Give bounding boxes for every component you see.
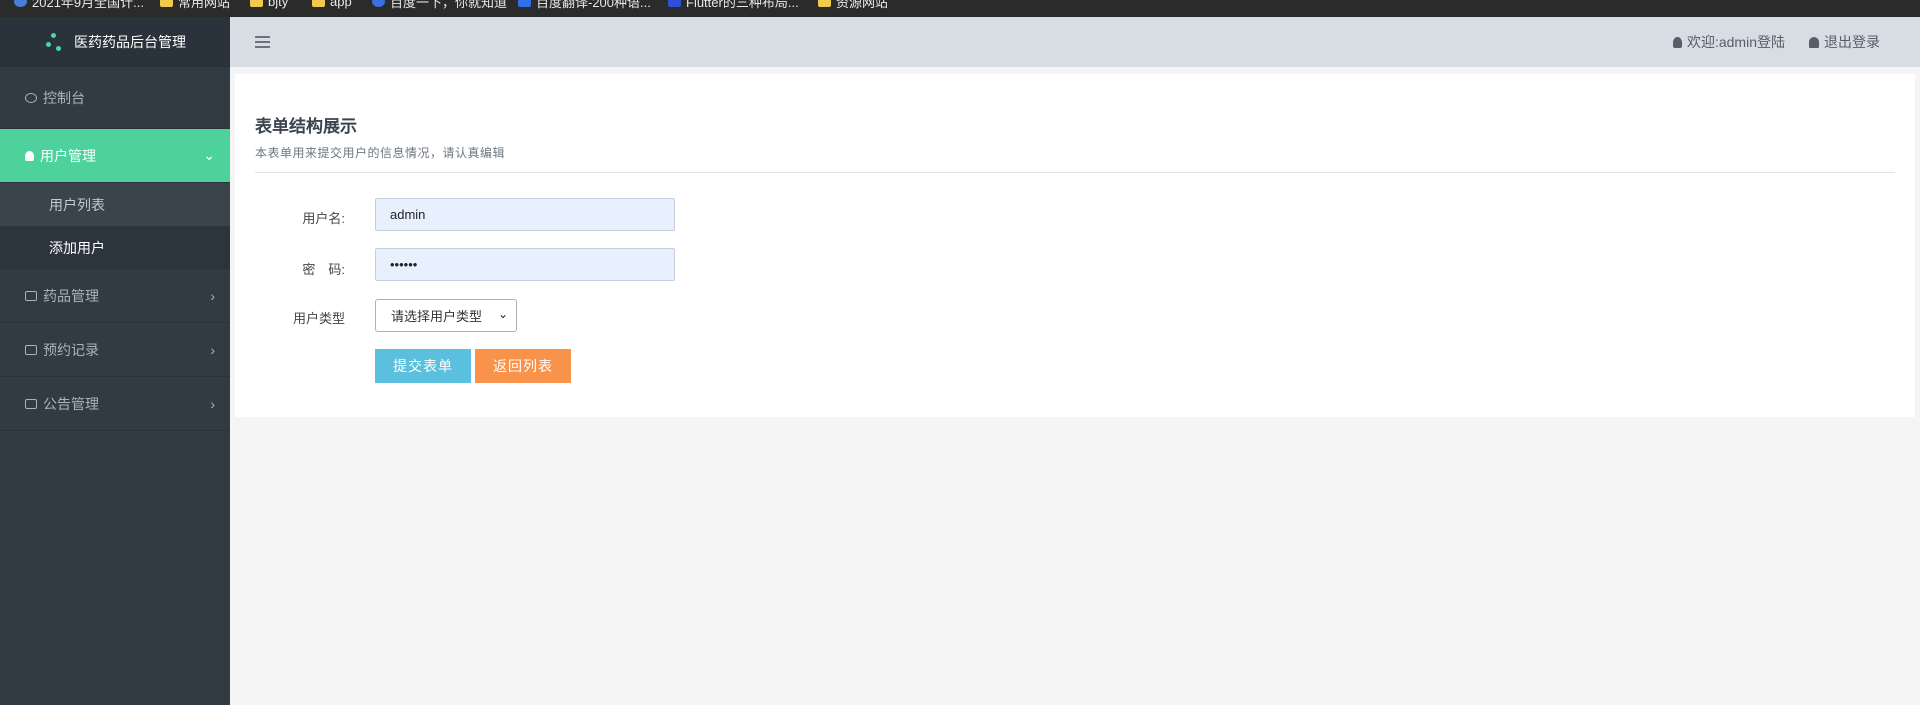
bell-icon (1809, 36, 1819, 48)
user-type-label: 用户类型 (292, 311, 345, 326)
bookmark-label: bjty (268, 0, 289, 9)
form-panel: 表单结构展示 本表单用来提交用户的信息情况，请认真编辑 用户名: 密 码: 用户… (235, 74, 1915, 417)
list-icon (25, 290, 37, 301)
folder-icon (312, 0, 325, 7)
brand-logo-icon (44, 33, 62, 51)
page-description: 本表单用来提交用户的信息情况，请认真编辑 (255, 146, 506, 160)
bookmark-item[interactable]: 百度一下，你就知道 (372, 0, 507, 10)
dashboard-icon (25, 92, 37, 103)
user-type-select[interactable]: 请选择用户类型 ⌄ (375, 299, 517, 332)
brand[interactable]: 医药药品后台管理 (0, 17, 230, 67)
bookmark-label: 百度翻译-200种语... (536, 0, 651, 10)
brand-title: 医药药品后台管理 (74, 34, 186, 50)
username-label: 用户名: (302, 211, 345, 226)
folder-icon (160, 0, 173, 7)
password-input[interactable] (375, 248, 675, 281)
chevron-right-icon: › (210, 341, 215, 358)
sidebar-item-label: 用户管理 (40, 147, 96, 164)
translate-icon (518, 0, 531, 7)
chevron-right-icon: › (210, 395, 215, 412)
welcome-user-link[interactable]: 欢迎:admin登陆 (1672, 32, 1785, 52)
sidebar-item-user-management[interactable]: 用户管理 ⌄ (0, 129, 230, 183)
list-icon (25, 398, 37, 409)
bookmark-item[interactable]: 常用网站 (160, 0, 230, 10)
sidebar-item-label: 公告管理 (43, 395, 99, 412)
menu-toggle-icon[interactable] (255, 36, 270, 48)
bookmark-label: app (330, 0, 352, 9)
header-actions: 欢迎:admin登陆 退出登录 (1672, 17, 1880, 67)
sidebar: 医药药品后台管理 控制台 用户管理 ⌄ 用户列表 添加用户 药品管理 › 预约记… (0, 17, 230, 705)
back-to-list-button[interactable]: 返回列表 (475, 349, 571, 383)
sidebar-item-drug-management[interactable]: 药品管理 › (0, 269, 230, 323)
page-title: 表单结构展示 (255, 117, 357, 136)
top-header: 欢迎:admin登陆 退出登录 (230, 17, 1920, 67)
sidebar-item-label: 药品管理 (43, 287, 99, 304)
user-type-selected: 请选择用户类型 (391, 309, 483, 324)
user-icon (1672, 36, 1682, 48)
sidebar-item-dashboard[interactable]: 控制台 (0, 67, 230, 129)
logout-link[interactable]: 退出登录 (1809, 32, 1880, 52)
sidebar-item-appointments[interactable]: 预约记录 › (0, 323, 230, 377)
user-icon (25, 150, 34, 161)
folder-icon (818, 0, 831, 7)
baidu-icon (372, 0, 385, 7)
sidebar-item-announcements[interactable]: 公告管理 › (0, 377, 230, 431)
bookmark-item[interactable]: 2021年9月全国计... (14, 0, 144, 10)
bookmarks-bar: 2021年9月全国计... 常用网站 bjty app 百度一下，你就知道 百度… (0, 0, 1920, 17)
chevron-down-icon: ⌄ (497, 307, 508, 321)
bookmark-label: 常用网站 (178, 0, 231, 10)
bookmark-label: 资源网站 (836, 0, 889, 10)
submit-form-button[interactable]: 提交表单 (375, 349, 471, 383)
logout-text: 退出登录 (1824, 34, 1880, 50)
sidebar-subitem-add-user[interactable]: 添加用户 (0, 226, 230, 269)
submenu-user-management: 用户列表 添加用户 (0, 183, 230, 269)
sidebar-item-label: 控制台 (43, 89, 85, 106)
globe-icon (14, 0, 27, 7)
chevron-right-icon: › (210, 287, 215, 304)
bookmark-item[interactable]: 资源网站 (818, 0, 888, 10)
bookmark-item[interactable]: 百度翻译-200种语... (518, 0, 651, 10)
password-label: 密 码: (302, 262, 345, 277)
sidebar-subitem-user-list[interactable]: 用户列表 (0, 183, 230, 226)
sidebar-item-label: 预约记录 (43, 341, 99, 358)
bookmark-item[interactable]: bjty (250, 0, 288, 10)
list-icon (25, 344, 37, 355)
chevron-down-icon: ⌄ (203, 147, 215, 163)
divider (255, 172, 1895, 173)
folder-icon (250, 0, 263, 7)
xd-icon (668, 0, 681, 7)
welcome-text: 欢迎:admin登陆 (1686, 34, 1785, 50)
bookmark-item[interactable]: app (312, 0, 352, 10)
bookmark-label: Flutter的三种布局... (686, 0, 799, 10)
username-input[interactable] (375, 198, 675, 231)
bookmark-label: 百度一下，你就知道 (390, 0, 508, 10)
bookmark-label: 2021年9月全国计... (32, 0, 144, 10)
sidebar-subitem-label: 添加用户 (49, 239, 105, 256)
bookmark-item[interactable]: Flutter的三种布局... (668, 0, 799, 10)
sidebar-subitem-label: 用户列表 (49, 196, 105, 213)
